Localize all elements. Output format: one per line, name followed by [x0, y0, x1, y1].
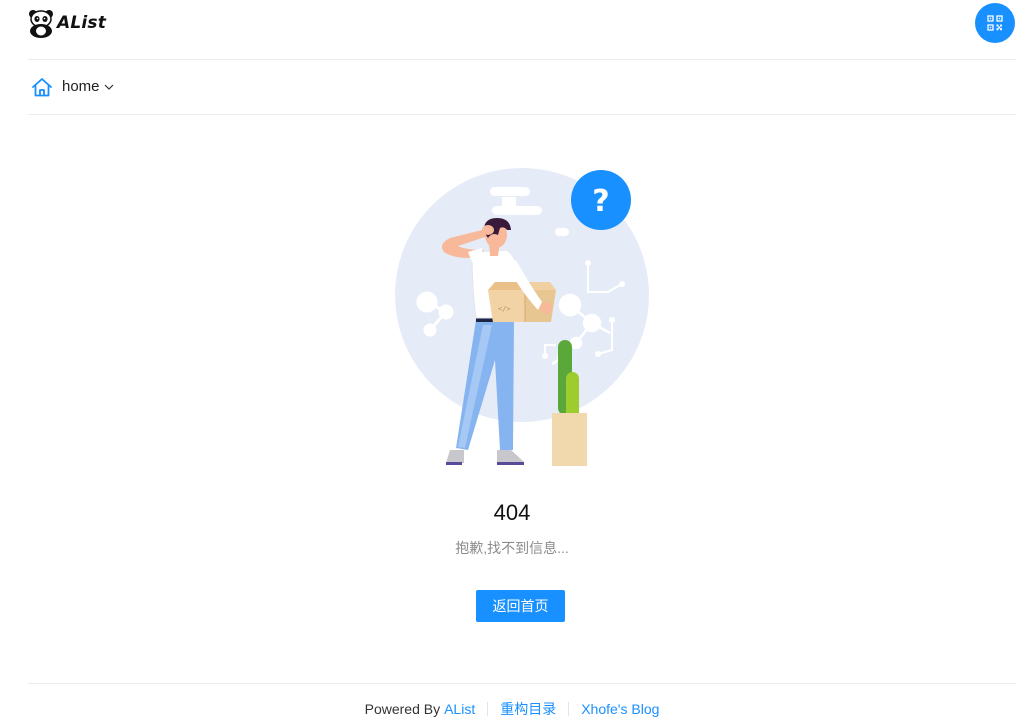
back-home-button[interactable]: 返回首页: [476, 590, 565, 622]
footer: Powered By AList 重构目录 Xhofe's Blog: [0, 699, 1024, 719]
breadcrumb-label: home: [62, 78, 100, 95]
rebuild-directory-link[interactable]: 重构目录: [500, 699, 556, 719]
breadcrumb: home: [28, 60, 1016, 115]
breadcrumb-item-home[interactable]: home: [62, 78, 114, 95]
header-bar: AList: [28, 0, 1016, 60]
home-icon[interactable]: [31, 76, 53, 98]
alist-link[interactable]: AList: [444, 701, 475, 717]
error-code: 404: [493, 500, 531, 525]
logo[interactable]: AList: [28, 6, 106, 40]
qrcode-icon: [987, 15, 1003, 31]
not-found-illustration: ? </>: [395, 168, 649, 466]
logo-text: AList: [57, 13, 107, 33]
footer-separator: [568, 702, 570, 716]
powered-by-text: Powered By: [364, 701, 441, 717]
footer-separator: [487, 702, 489, 716]
error-message: 抱歉,找不到信息...: [455, 540, 569, 556]
svg-text:</>: </>: [498, 305, 511, 313]
qrcode-button[interactable]: [975, 3, 1015, 43]
chevron-down-icon: [104, 84, 113, 90]
footer-divider: [28, 683, 1016, 684]
question-mark-icon: ?: [592, 184, 609, 219]
blog-link[interactable]: Xhofe's Blog: [581, 701, 659, 717]
panda-logo-icon: [29, 10, 53, 38]
